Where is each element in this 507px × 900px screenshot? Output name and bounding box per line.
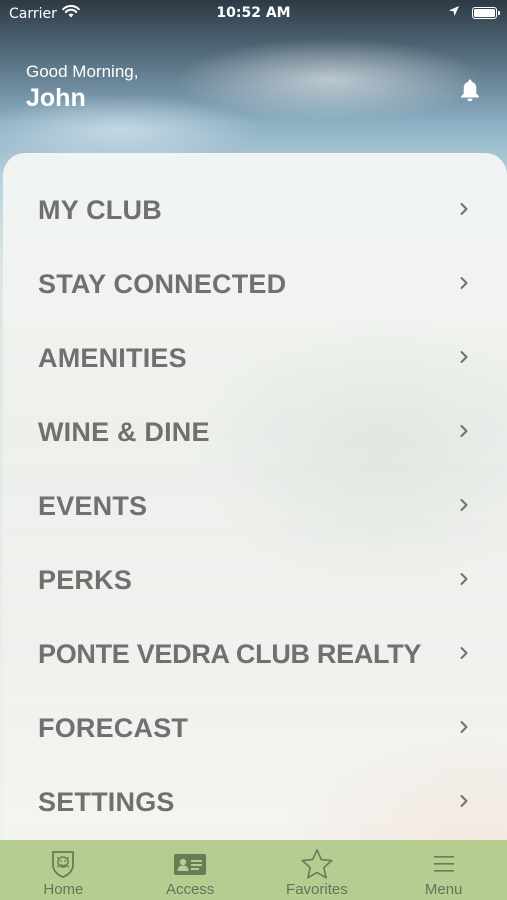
tab-menu[interactable]: Menu [380, 840, 507, 900]
menu-item-settings[interactable]: SETTINGS [3, 772, 507, 832]
menu-item-label: SETTINGS [38, 786, 175, 817]
menu-item-label: AMENITIES [38, 342, 187, 373]
chevron-right-icon [459, 571, 469, 590]
location-arrow-icon [448, 5, 460, 21]
chevron-right-icon [459, 645, 469, 664]
menu-item-label: PERKS [38, 564, 133, 595]
tab-home[interactable]: Home [0, 840, 127, 900]
hamburger-menu-icon [432, 847, 456, 881]
tab-label: Favorites [286, 881, 348, 898]
menu-item-stay-connected[interactable]: STAY CONNECTED [3, 254, 507, 314]
tab-label: Menu [424, 881, 463, 898]
menu-item-label: STAY CONNECTED [38, 268, 287, 299]
chevron-right-icon [459, 349, 469, 368]
greeting-text: Good Morning, [26, 62, 139, 81]
notifications-bell-icon[interactable] [458, 77, 482, 107]
menu-item-label: FORECAST [38, 712, 189, 743]
menu-item-label: PONTE VEDRA CLUB REALTY [38, 638, 422, 669]
menu-item-ponte-vedra-club-realty[interactable]: PONTE VEDRA CLUB REALTY [3, 624, 507, 684]
lion-crest-icon [49, 847, 77, 881]
tab-access[interactable]: Access [127, 840, 254, 900]
menu-item-wine-dine[interactable]: WINE & DINE [3, 402, 507, 462]
tab-favorites[interactable]: Favorites [254, 840, 381, 900]
chevron-right-icon [459, 275, 469, 294]
status-time: 10:52 AM [216, 5, 291, 21]
chevron-right-icon [459, 793, 469, 812]
battery-icon [472, 7, 500, 19]
tab-label: Home [43, 881, 84, 898]
user-name: John [26, 84, 86, 112]
tab-bar: Home Access Favorites Menu [0, 840, 507, 900]
menu-item-amenities[interactable]: AMENITIES [3, 328, 507, 388]
star-icon [300, 847, 334, 881]
chevron-right-icon [459, 497, 469, 516]
menu-item-forecast[interactable]: FORECAST [3, 698, 507, 758]
menu-item-perks[interactable]: PERKS [3, 550, 507, 610]
menu-item-my-club[interactable]: MY CLUB [3, 180, 507, 240]
main-menu-panel: MY CLUB STAY CONNECTED AMENITIES WINE & … [3, 153, 507, 853]
menu-item-label: EVENTS [38, 490, 148, 521]
greeting: Good Morning, John [26, 62, 138, 113]
status-bar: Carrier 10:52 AM [0, 0, 507, 28]
status-right [448, 5, 500, 21]
menu-item-label: MY CLUB [38, 194, 162, 225]
chevron-right-icon [459, 201, 469, 220]
menu-item-events[interactable]: EVENTS [3, 476, 507, 536]
member-card-icon [172, 847, 208, 881]
tab-label: Access [165, 881, 215, 898]
chevron-right-icon [459, 719, 469, 738]
menu-item-label: WINE & DINE [38, 416, 210, 447]
chevron-right-icon [459, 423, 469, 442]
